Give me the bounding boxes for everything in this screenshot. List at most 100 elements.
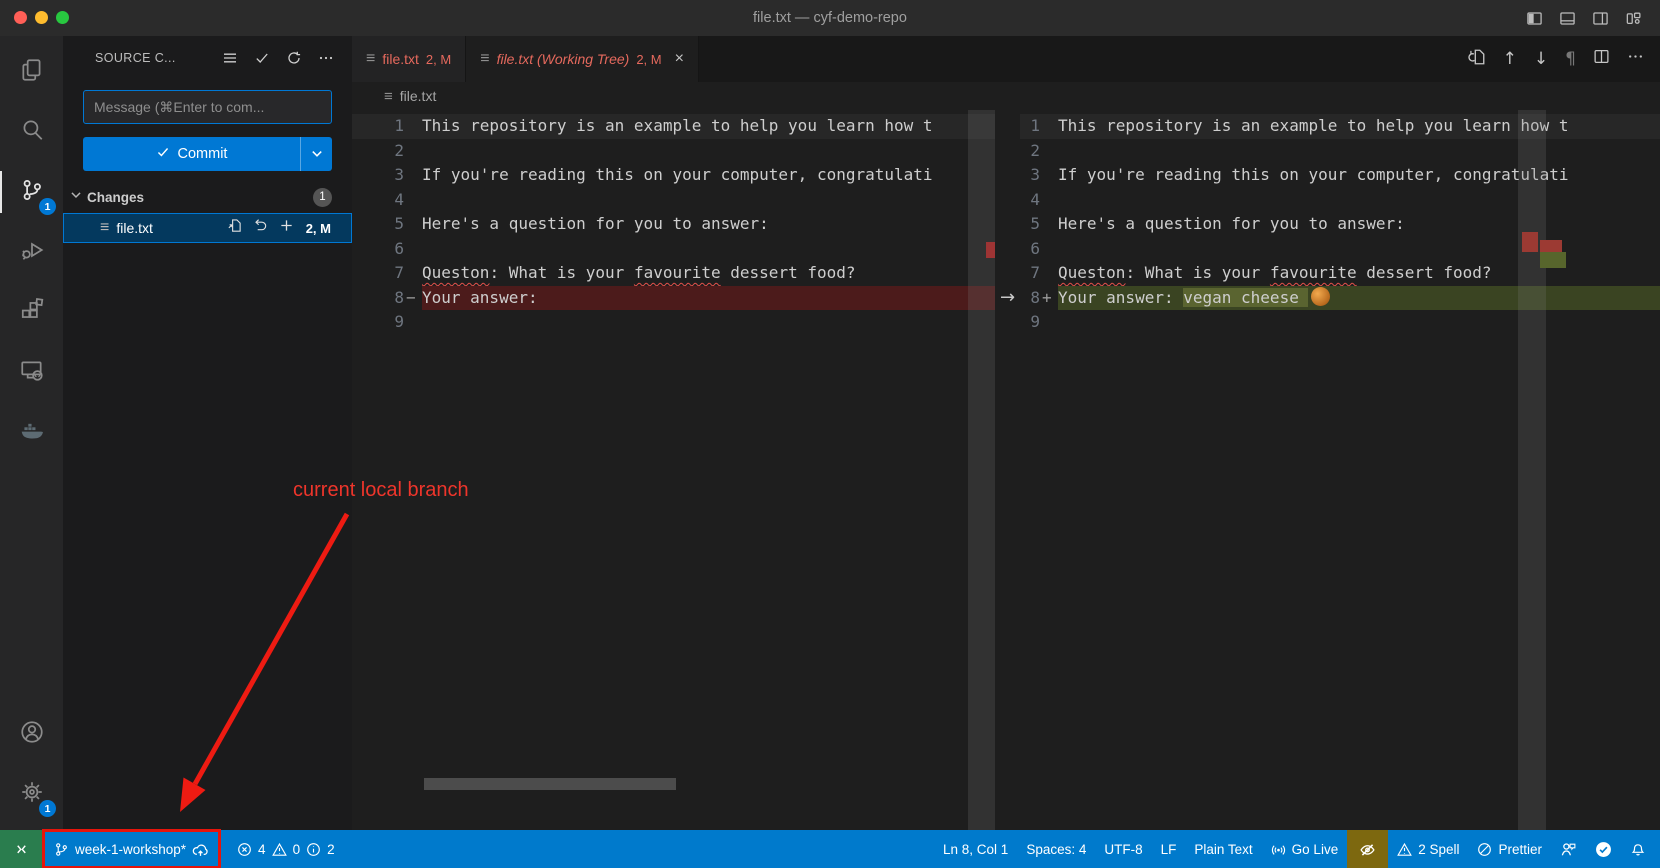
- accounts-item[interactable]: [0, 704, 63, 764]
- sidebar-item-remote-explorer[interactable]: [0, 342, 63, 402]
- toggle-panel-icon[interactable]: [1559, 10, 1576, 27]
- commit-button[interactable]: Commit: [83, 137, 332, 171]
- line-text: Here's a question for you to answer:: [1058, 212, 1660, 237]
- split-editor-icon[interactable]: [1593, 48, 1610, 70]
- tab-decoration: 2, M: [636, 52, 661, 67]
- overview-ruler-removed-mark: [1522, 232, 1538, 252]
- close-window-button[interactable]: [14, 11, 27, 24]
- toggle-secondary-sidebar-icon[interactable]: [1592, 10, 1609, 27]
- status-check-item[interactable]: [1586, 830, 1621, 868]
- open-file-icon[interactable]: [227, 218, 242, 238]
- settings-item[interactable]: 1: [0, 764, 63, 824]
- feedback-item[interactable]: [1551, 830, 1586, 868]
- previous-change-icon[interactable]: ↑: [1503, 49, 1517, 69]
- language-mode-item[interactable]: Plain Text: [1185, 830, 1261, 868]
- food-emoji: 🥮: [1311, 287, 1330, 306]
- zoom-window-button[interactable]: [56, 11, 69, 24]
- code-line[interactable]: 5Here's a question for you to answer:: [352, 212, 995, 237]
- line-text: [1058, 188, 1660, 213]
- diff-sign: +: [1040, 286, 1058, 311]
- text-segment: This repository is an example to help yo…: [422, 116, 933, 135]
- spell-problems-item[interactable]: 2 Spell: [1388, 830, 1468, 868]
- render-whitespace-icon[interactable]: ¶: [1565, 49, 1576, 69]
- settings-badge: 1: [39, 800, 56, 817]
- traffic-lights: [14, 11, 69, 24]
- code-line[interactable]: 4: [1020, 188, 1660, 213]
- code-line[interactable]: 6: [352, 237, 995, 262]
- diff-sign: [1040, 212, 1058, 237]
- tab-label: file.txt (Working Tree): [497, 51, 630, 67]
- next-change-icon[interactable]: ↓: [1534, 49, 1548, 69]
- breadcrumb[interactable]: ≡ file.txt: [352, 82, 1660, 110]
- more-actions-icon[interactable]: [318, 50, 334, 66]
- code-line[interactable]: 2: [352, 139, 995, 164]
- cursor-position-item[interactable]: Ln 8, Col 1: [934, 830, 1017, 868]
- discard-changes-icon[interactable]: [253, 218, 268, 238]
- horizontal-scrollbar[interactable]: [424, 778, 676, 790]
- line-text: [1058, 310, 1660, 335]
- line-number: 3: [1020, 163, 1040, 188]
- code-line[interactable]: 8−Your answer:: [352, 286, 995, 311]
- code-line[interactable]: 4: [352, 188, 995, 213]
- close-icon[interactable]: ×: [675, 50, 684, 68]
- problems-status-item[interactable]: 4 0 2: [228, 830, 344, 868]
- sidebar-item-docker[interactable]: [0, 402, 63, 462]
- commit-check-icon[interactable]: [254, 50, 270, 66]
- line-text: [422, 139, 995, 164]
- sidebar-item-source-control[interactable]: 1: [0, 162, 63, 222]
- sidebar-title: SOURCE C...: [95, 51, 176, 65]
- extensions-icon: [19, 297, 45, 328]
- refresh-icon[interactable]: [286, 50, 302, 66]
- line-text: Queston: What is your favourite dessert …: [1058, 261, 1660, 286]
- code-line[interactable]: 1This repository is an example to help y…: [1020, 114, 1660, 139]
- code-line[interactable]: 3If you're reading this on your computer…: [352, 163, 995, 188]
- minimize-window-button[interactable]: [35, 11, 48, 24]
- text-segment: If you're reading this on your computer,…: [1058, 165, 1569, 184]
- prettier-item[interactable]: Prettier: [1468, 830, 1551, 868]
- vertical-scrollbar[interactable]: [1518, 110, 1546, 830]
- toggle-sidebar-icon[interactable]: [1526, 10, 1543, 27]
- person-feedback-icon: [1560, 841, 1577, 858]
- sidebar-item-run-and-debug[interactable]: [0, 222, 63, 282]
- more-actions-icon[interactable]: [1627, 48, 1644, 70]
- notifications-item[interactable]: [1621, 830, 1660, 868]
- encoding-item[interactable]: UTF-8: [1095, 830, 1151, 868]
- branch-status-item[interactable]: week-1-workshop*: [43, 830, 220, 868]
- stage-changes-icon[interactable]: [279, 218, 294, 238]
- indentation: Spaces: 4: [1026, 842, 1086, 857]
- text-segment: If you're reading this on your computer,…: [422, 165, 933, 184]
- vertical-scrollbar[interactable]: [968, 110, 995, 830]
- customize-layout-icon[interactable]: [1625, 10, 1642, 27]
- changes-section-header[interactable]: Changes 1: [63, 184, 352, 210]
- line-text: Your answer:: [422, 286, 995, 311]
- code-line[interactable]: 5Here's a question for you to answer:: [1020, 212, 1660, 237]
- annotation-label: current local branch: [293, 479, 469, 502]
- view-as-list-icon[interactable]: [222, 50, 238, 66]
- commit-message-input[interactable]: [83, 90, 332, 124]
- code-line[interactable]: 9: [352, 310, 995, 335]
- code-line[interactable]: 3 If you're reading this on your computer…: [1020, 163, 1660, 188]
- code-line[interactable]: 8+Your answer: vegan cheese 🥮: [1020, 286, 1660, 311]
- code-line[interactable]: 9: [1020, 310, 1660, 335]
- commit-dropdown-button[interactable]: [300, 137, 332, 171]
- indentation-item[interactable]: Spaces: 4: [1017, 830, 1095, 868]
- sidebar-item-extensions[interactable]: [0, 282, 63, 342]
- line-number: 9: [352, 310, 404, 335]
- code-line[interactable]: 1This repository is an example to help y…: [352, 114, 995, 139]
- sidebar-item-search[interactable]: [0, 102, 63, 162]
- changed-file-row[interactable]: ≡ file.txt 2, M: [63, 213, 352, 243]
- go-live-item[interactable]: Go Live: [1262, 830, 1348, 868]
- line-text: [422, 310, 995, 335]
- eol-item[interactable]: LF: [1152, 830, 1186, 868]
- code-line[interactable]: 2: [1020, 139, 1660, 164]
- spell-checker-toggle-item[interactable]: [1347, 830, 1388, 868]
- remote-indicator[interactable]: [0, 830, 43, 868]
- search-icon: [19, 117, 45, 148]
- diff-sign: [1040, 237, 1058, 262]
- tab-file-working-tree[interactable]: ≡ file.txt (Working Tree) 2, M ×: [466, 36, 699, 82]
- open-file-icon[interactable]: [1468, 48, 1486, 71]
- code-line[interactable]: 7Queston: What is your favourite dessert…: [352, 261, 995, 286]
- tab-file[interactable]: ≡ file.txt 2, M: [352, 36, 466, 82]
- sidebar-item-explorer[interactable]: [0, 42, 63, 102]
- line-text: This repository is an example to help yo…: [1058, 114, 1660, 139]
